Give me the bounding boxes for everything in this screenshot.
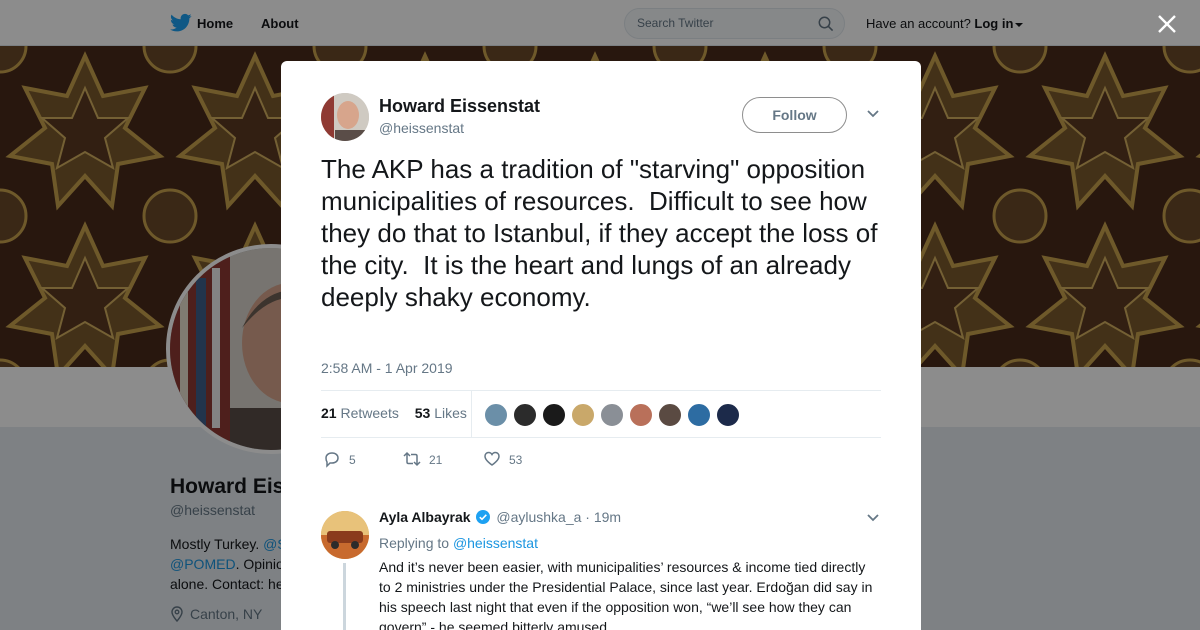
liker-avatar[interactable] bbox=[600, 403, 624, 427]
liker-avatar[interactable] bbox=[687, 403, 711, 427]
likes-count: 53 bbox=[414, 405, 431, 421]
replying-prefix: Replying to bbox=[379, 535, 450, 551]
reply-time[interactable]: 19m bbox=[594, 509, 621, 525]
reply-chevron-down-icon[interactable] bbox=[866, 513, 880, 523]
liker-avatar[interactable] bbox=[629, 403, 653, 427]
reply-author-avatar[interactable] bbox=[321, 511, 369, 559]
retweet-count: 21 bbox=[429, 453, 443, 467]
like-action[interactable]: 53 bbox=[483, 450, 522, 468]
tweet-author-name[interactable]: Howard Eissenstat bbox=[379, 96, 540, 117]
author-photo bbox=[321, 93, 369, 141]
likes-stat[interactable]: 53 Likes bbox=[415, 405, 467, 421]
reply-header: Ayla Albayrak @aylushka_a · 19m bbox=[379, 509, 621, 525]
reply-author-handle[interactable]: @aylushka_a bbox=[496, 509, 581, 525]
liker-avatar[interactable] bbox=[542, 403, 566, 427]
like-count: 53 bbox=[509, 453, 523, 467]
stats-bottom-divider bbox=[321, 437, 881, 438]
likes-label: Likes bbox=[434, 405, 467, 421]
verified-badge-icon bbox=[476, 510, 491, 524]
close-icon[interactable] bbox=[1156, 13, 1178, 35]
retweets-label: Retweets bbox=[340, 405, 399, 421]
retweets-count: 21 bbox=[321, 405, 337, 421]
tweet-author-handle[interactable]: @heissenstat bbox=[379, 120, 464, 136]
chevron-down-icon[interactable] bbox=[866, 109, 880, 119]
tweet-text: The AKP has a tradition of "starving" op… bbox=[321, 154, 885, 312]
retweet-icon bbox=[403, 451, 421, 467]
liker-avatar[interactable] bbox=[484, 403, 508, 427]
stats-top-divider bbox=[321, 390, 881, 391]
meta-separator: · bbox=[585, 509, 590, 525]
tweet-permalink-modal: Howard Eissenstat @heissenstat Follow Th… bbox=[281, 61, 921, 630]
liker-avatar[interactable] bbox=[716, 403, 740, 427]
retweets-stat[interactable]: 21 Retweets bbox=[321, 405, 399, 421]
tweet-stats: 21 Retweets 53 Likes bbox=[321, 405, 467, 421]
reply-author-name[interactable]: Ayla Albayrak bbox=[379, 509, 471, 525]
thread-connector bbox=[343, 563, 346, 630]
replying-to: Replying to @heissenstat bbox=[379, 535, 538, 551]
reply-author-photo bbox=[321, 511, 369, 559]
reply-icon bbox=[325, 452, 339, 468]
tweet-author-avatar[interactable] bbox=[321, 93, 369, 141]
heart-icon bbox=[484, 451, 500, 466]
tweet-timestamp[interactable]: 2:58 AM - 1 Apr 2019 bbox=[321, 360, 453, 376]
replying-to-handle[interactable]: @heissenstat bbox=[453, 535, 538, 551]
reply-action[interactable]: 5 bbox=[323, 450, 356, 468]
liker-avatar[interactable] bbox=[658, 403, 682, 427]
reply-text: And it’s never been easier, with municip… bbox=[379, 559, 873, 630]
liker-avatar[interactable] bbox=[513, 403, 537, 427]
reply-count: 5 bbox=[349, 453, 356, 467]
retweet-action[interactable]: 21 bbox=[403, 450, 442, 468]
follow-button[interactable]: Follow bbox=[742, 97, 847, 133]
stats-separator bbox=[471, 390, 472, 438]
liker-avatar[interactable] bbox=[571, 403, 595, 427]
